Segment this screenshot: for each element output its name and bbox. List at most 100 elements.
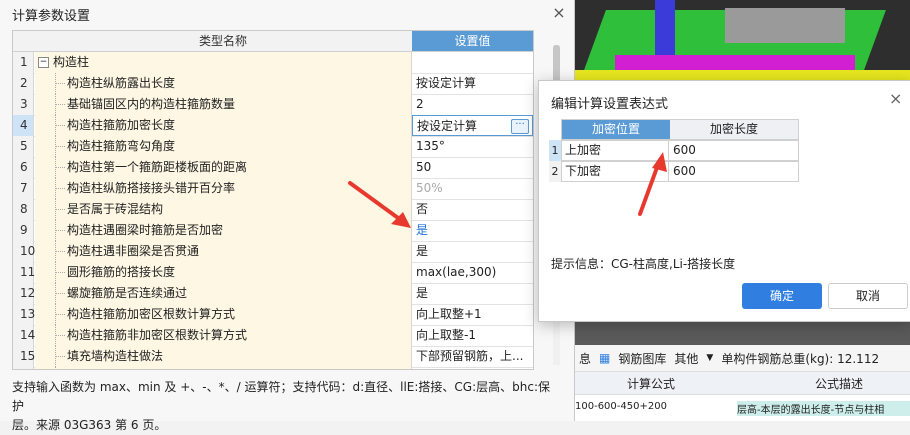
viewport-shape-blue: [655, 0, 675, 60]
tree-branch: [55, 251, 65, 252]
ok-button[interactable]: 确定: [742, 283, 822, 309]
type-name-cell[interactable]: 是否属于砖混结构: [35, 199, 412, 220]
tree-line: [55, 367, 57, 369]
tab-info[interactable]: 息: [579, 350, 591, 367]
table-row[interactable]: 15 填充墙构造柱做法 下部预留钢筋，上...: [13, 346, 533, 368]
table-row[interactable]: 14 构造柱箍筋非加密区根数计算方式 向上取整-1: [13, 325, 533, 347]
type-name-cell[interactable]: 螺旋箍筋是否连续通过: [35, 283, 412, 304]
setting-value: 50%: [416, 181, 443, 195]
type-name-cell[interactable]: 构造柱箍筋加密区根数计算方式: [35, 304, 412, 325]
param-label: 构造柱纵筋露出长度: [67, 76, 176, 90]
type-name-cell[interactable]: 使用预埋件时构造柱端部纵筋弯折长度: [35, 367, 412, 369]
type-name-cell[interactable]: 圆形箍筋的搭接长度: [35, 262, 412, 283]
tree-branch: [55, 335, 65, 336]
grid-header: 类型名称 设置值: [13, 31, 533, 52]
table-row[interactable]: 16 使用预埋件时构造柱端部纵筋弯折长度 200: [13, 367, 533, 369]
row-number: 3: [13, 94, 34, 115]
table-row[interactable]: 5 构造柱箍筋弯勾角度 135°: [13, 136, 533, 158]
total-weight: 单构件钢筋总重(kg): 12.112: [721, 351, 880, 366]
setting-value-cell[interactable]: 135°: [412, 136, 533, 157]
param-label: 构造柱第一个箍筋距楼板面的距离: [67, 160, 248, 174]
setting-value-cell[interactable]: 200: [412, 367, 533, 369]
rebar-library-button[interactable]: 钢筋图库: [618, 350, 666, 367]
setting-value: 否: [416, 202, 429, 216]
setting-value: 向上取整-1: [416, 328, 476, 342]
param-label: 构造柱遇圈梁时箍筋是否加密: [67, 223, 224, 237]
setting-value-cell[interactable]: 按设定计算: [412, 73, 533, 94]
position-cell[interactable]: 下加密: [561, 161, 669, 182]
setting-value-cell[interactable]: 50%: [412, 178, 533, 199]
param-label: 构造柱箍筋非加密区根数计算方式: [67, 328, 248, 342]
length-cell[interactable]: 600: [669, 161, 799, 182]
type-name-cell[interactable]: 构造柱箍筋非加密区根数计算方式: [35, 325, 412, 346]
row-number: 11: [13, 262, 35, 283]
ellipsis-button[interactable]: ···: [511, 119, 529, 134]
setting-value-cell[interactable]: 是: [412, 220, 533, 241]
type-name-cell[interactable]: 构造柱第一个箍筋距楼板面的距离: [35, 157, 412, 178]
edit-expression-dialog: 编辑计算设置表达式 × 加密位置 加密长度 1 上加密 600 2 下加密 60…: [538, 80, 910, 322]
setting-value-cell[interactable]: 2: [412, 94, 533, 115]
type-name-cell[interactable]: 构造柱箍筋加密长度: [35, 115, 412, 136]
col-length: 加密长度: [709, 122, 758, 136]
rebar-toolbar: 息 ▦ 钢筋图库 其他 ▼ 单构件钢筋总重(kg): 12.112: [575, 345, 910, 372]
setting-value-cell[interactable]: [412, 52, 533, 73]
row-number: 14: [13, 325, 35, 346]
setting-value: 是: [416, 223, 429, 237]
type-name-cell[interactable]: 填充墙构造柱做法: [35, 346, 412, 367]
tree-branch: [55, 188, 65, 189]
calc-params-dialog: 计算参数设置 × 类型名称 设置值 1− 构造柱 2 构造柱纵筋露出长度 按设定计算 3 基…: [0, 0, 575, 432]
rebar-table-header: 计算公式 公式描述: [575, 372, 910, 395]
table-row[interactable]: 11 圆形箍筋的搭接长度 max(lae,300): [13, 262, 533, 284]
table-row[interactable]: 3 基础锚固区内的构造柱箍筋数量 2: [13, 94, 533, 116]
tree-branch: [55, 209, 65, 210]
position-cell[interactable]: 上加密: [561, 140, 669, 161]
row-number: 13: [13, 304, 35, 325]
table-row[interactable]: 100-600-450+200 层高-本层的露出长度-节点与柱相: [575, 395, 910, 421]
table-row[interactable]: 12 螺旋箍筋是否连续通过 是: [13, 283, 533, 305]
close-icon[interactable]: ×: [548, 2, 570, 24]
setting-value-cell[interactable]: 向上取整+1: [412, 304, 533, 325]
setting-value-cell[interactable]: 按设定计算 ···: [412, 115, 533, 136]
close-icon[interactable]: ×: [889, 89, 902, 108]
setting-value-cell[interactable]: 下部预留钢筋，上...: [412, 346, 533, 367]
setting-value-cell[interactable]: 50: [412, 157, 533, 178]
setting-value-cell[interactable]: 向上取整-1: [412, 325, 533, 346]
setting-value: 2: [416, 97, 424, 111]
type-name-cell[interactable]: 构造柱遇非圈梁是否贯通: [35, 241, 412, 262]
table-row[interactable]: 10 构造柱遇非圈梁是否贯通 是: [13, 241, 533, 263]
col-description: 公式描述: [815, 377, 864, 391]
setting-value-cell[interactable]: 是: [412, 241, 533, 262]
type-name-cell[interactable]: 基础锚固区内的构造柱箍筋数量: [35, 94, 412, 115]
setting-value-cell[interactable]: 是: [412, 283, 533, 304]
type-name-cell[interactable]: 构造柱纵筋搭接接头错开百分率: [35, 178, 412, 199]
param-label: 是否属于砖混结构: [67, 202, 164, 216]
table-row[interactable]: 2 构造柱纵筋露出长度 按设定计算: [13, 73, 533, 95]
table-row[interactable]: 9 构造柱遇圈梁时箍筋是否加密 是: [13, 220, 533, 242]
tree-branch: [55, 104, 65, 105]
setting-value: 按设定计算: [417, 119, 478, 133]
other-menu[interactable]: 其他: [674, 350, 698, 367]
table-row[interactable]: 7 构造柱纵筋搭接接头错开百分率 50%: [13, 178, 533, 200]
tree-branch: [55, 125, 65, 126]
collapse-icon[interactable]: −: [38, 57, 49, 68]
formula-cell: 100-600-450+200: [575, 401, 667, 412]
setting-value: 135°: [416, 139, 445, 153]
type-name-cell[interactable]: 构造柱遇圈梁时箍筋是否加密: [35, 220, 412, 241]
cancel-button[interactable]: 取消: [828, 283, 908, 309]
table-row[interactable]: 1 上加密 600: [549, 140, 799, 161]
table-row[interactable]: 6 构造柱第一个箍筋距楼板面的距离 50: [13, 157, 533, 179]
tree-branch: [55, 230, 65, 231]
table-row[interactable]: 4 构造柱箍筋加密长度 按设定计算 ···: [13, 115, 533, 137]
table-row[interactable]: 13 构造柱箍筋加密区根数计算方式 向上取整+1: [13, 304, 533, 326]
setting-value-cell[interactable]: 否: [412, 199, 533, 220]
scroll-thumb[interactable]: [553, 45, 560, 85]
table-row[interactable]: 8 是否属于砖混结构 否: [13, 199, 533, 221]
viewport-shape-gray: [725, 8, 845, 43]
setting-value-cell[interactable]: max(lae,300): [412, 262, 533, 283]
type-name-cell[interactable]: 构造柱箍筋弯勾角度: [35, 136, 412, 157]
type-name-cell[interactable]: 构造柱纵筋露出长度: [35, 73, 412, 94]
type-name-cell[interactable]: − 构造柱: [35, 52, 412, 73]
table-row[interactable]: 1− 构造柱: [13, 52, 533, 74]
length-cell[interactable]: 600: [669, 140, 799, 161]
table-row[interactable]: 2 下加密 600: [549, 161, 799, 182]
